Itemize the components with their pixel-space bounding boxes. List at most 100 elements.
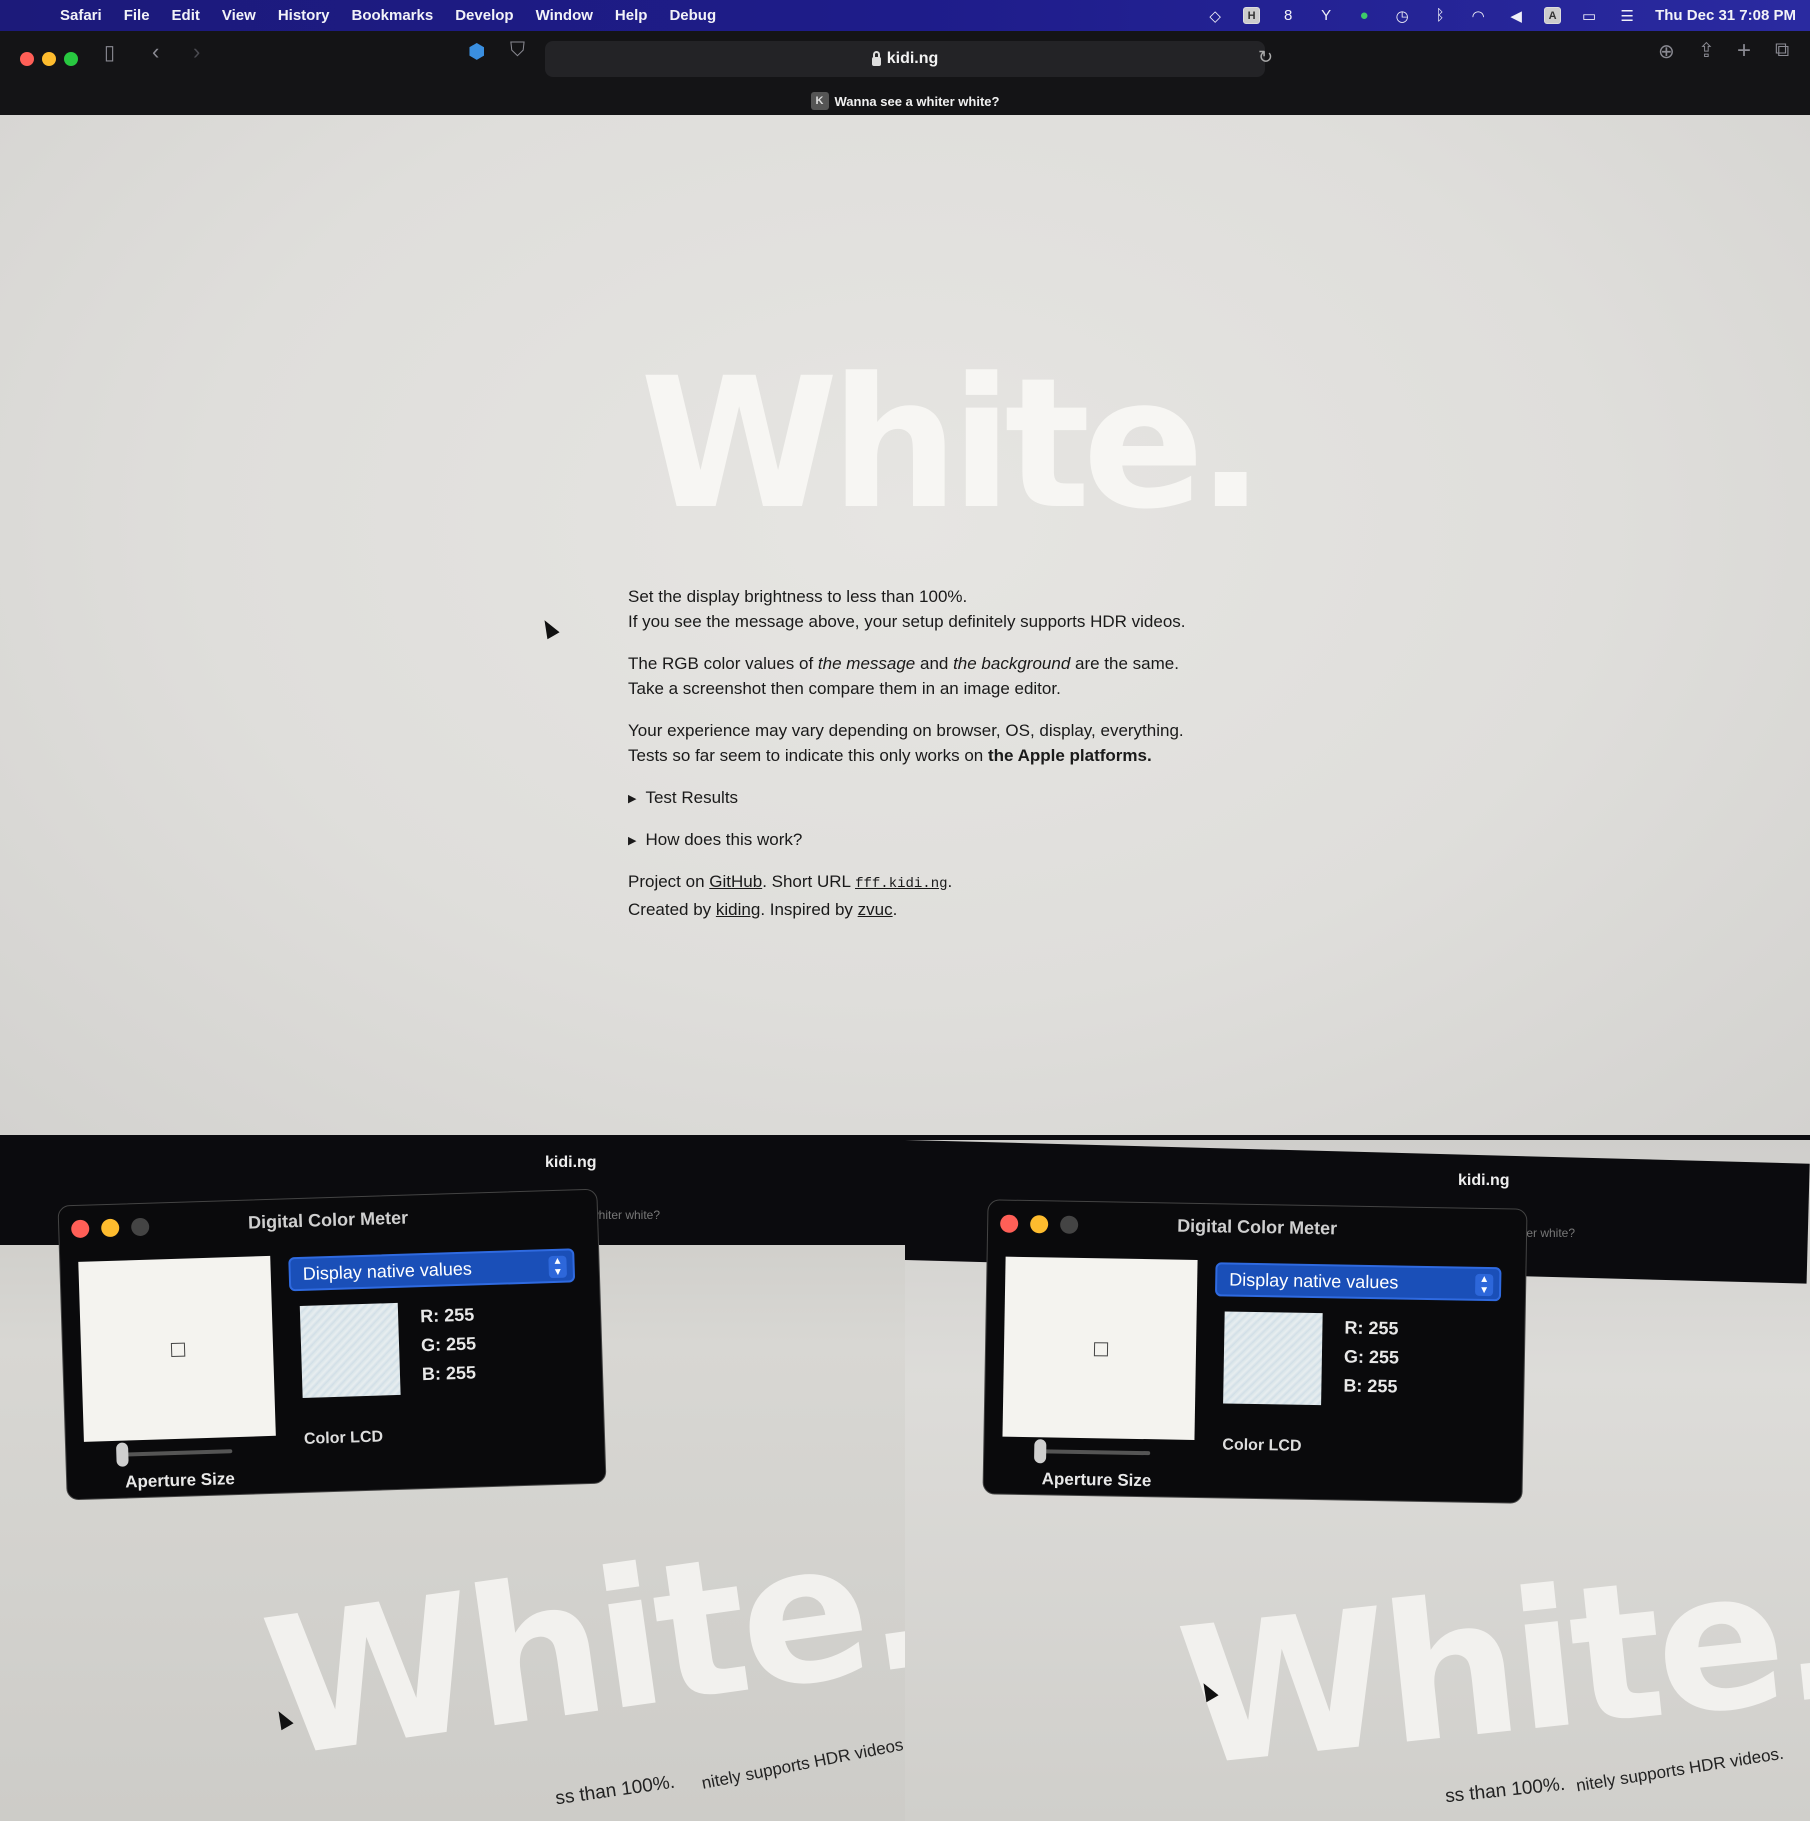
menu-window[interactable]: Window (536, 7, 593, 24)
menu-debug[interactable]: Debug (669, 7, 716, 24)
menu-view[interactable]: View (222, 7, 256, 24)
menu-file[interactable]: File (124, 7, 150, 24)
kiding-link[interactable]: kiding (716, 900, 760, 919)
details-label[interactable]: Test Results (645, 788, 738, 807)
extension-icon[interactable]: ⬢ (468, 39, 485, 64)
share-icon[interactable]: ⇪ (1698, 38, 1715, 63)
color-meter-window: Digital Color Meter Display native value… (982, 1199, 1528, 1504)
text-line: Created by (628, 900, 716, 919)
fork-icon[interactable]: Y (1316, 6, 1336, 26)
control-center-icon[interactable]: ☰ (1617, 6, 1637, 26)
display-mode-value: Display native values (302, 1258, 473, 1284)
notes-icon[interactable]: 8 (1278, 6, 1298, 26)
minimize-window-button[interactable] (42, 52, 56, 66)
photo-footer-text: nitely supports HDR videos. (700, 1734, 905, 1793)
input-source-icon[interactable]: A (1544, 7, 1562, 24)
color-meter-window: Digital Color Meter Display native value… (57, 1188, 607, 1501)
browser-toolbar: ▯ ‹ › ⬢ ⛉ kidi.ng ↻ ⊕ ⇪ + ⧉ K Wanna see … (0, 31, 1810, 115)
github-link[interactable]: GitHub (709, 872, 762, 891)
aperture-slider-track[interactable] (1042, 1449, 1151, 1456)
rgb-readout: R: 255 G: 255 B: 255 (1343, 1314, 1400, 1402)
bluetooth-icon[interactable]: ᛒ (1430, 6, 1450, 26)
paragraph-footer: Project on GitHub. Short URL fff.kidi.ng… (628, 869, 1328, 922)
tab-bar[interactable]: K Wanna see a whiter white? (0, 87, 1810, 115)
aperture-label: Aperture Size (124, 1469, 236, 1492)
aperture-square (170, 1342, 186, 1358)
aperture-slider-track[interactable] (124, 1449, 233, 1457)
display-profile: Color LCD (303, 1428, 384, 1448)
display-mode-select[interactable]: Display native values ▲ ▼ (288, 1248, 576, 1292)
blue-value: B: 255 (1343, 1375, 1398, 1397)
display-profile: Color LCD (1222, 1436, 1302, 1455)
volume-icon[interactable]: ◀ (1506, 6, 1526, 26)
photo-headline: White. (252, 1488, 905, 1801)
blue-value: B: 255 (421, 1362, 477, 1385)
text-line: . (892, 900, 898, 919)
aperture-label: Aperture Size (1041, 1469, 1152, 1491)
emphasis-text: the message (817, 654, 916, 673)
text-line: . Inspired by (760, 900, 858, 919)
color-swatch (299, 1302, 401, 1398)
text-line: are the same. (1070, 654, 1179, 673)
details-label[interactable]: How does this work? (645, 830, 802, 849)
green-value: G: 255 (420, 1333, 477, 1356)
window-title: Digital Color Meter (247, 1207, 409, 1233)
page-headline: White. (640, 340, 1265, 549)
display-mode-select[interactable]: Display native values ▲ ▼ (1214, 1262, 1502, 1302)
menu-help[interactable]: Help (615, 7, 648, 24)
shield-icon[interactable]: ⛉ (510, 39, 525, 62)
forward-icon[interactable]: › (193, 39, 200, 65)
aperture-slider-knob[interactable] (1034, 1439, 1047, 1464)
time-machine-icon[interactable]: ◷ (1392, 6, 1412, 26)
wifi-icon[interactable]: ◠ (1468, 6, 1488, 26)
text-line: Project on (628, 872, 710, 891)
aperture-slider-knob[interactable] (115, 1442, 129, 1467)
menu-edit[interactable]: Edit (172, 7, 200, 24)
photo-footer-text: ss than 100%. (554, 1771, 677, 1810)
zoom-window-button[interactable] (64, 52, 78, 66)
tab-title[interactable]: Wanna see a whiter white? (835, 94, 1000, 109)
new-tab-icon[interactable]: + (1737, 37, 1751, 65)
details-how-it-works[interactable]: How does this work? (628, 827, 1328, 855)
reload-icon[interactable]: ↻ (1258, 47, 1273, 68)
sidebar-icon[interactable]: ▯ (104, 40, 115, 65)
tab-favicon: K (810, 92, 829, 110)
menu-develop[interactable]: Develop (455, 7, 513, 24)
text-line: If you see the message above, your setup… (628, 612, 1186, 631)
red-value: R: 255 (1344, 1317, 1399, 1339)
zvuc-link[interactable]: zvuc (858, 900, 893, 919)
chevron-updown-icon: ▲ ▼ (548, 1255, 568, 1279)
back-icon[interactable]: ‹ (152, 39, 159, 65)
paragraph-rgb: The RGB color values of the message and … (628, 651, 1328, 701)
status-area: ◇ H 8 Y ● ◷ ᛒ ◠ ◀ A ▭ ☰ Thu Dec 31 7:08 … (1205, 0, 1796, 31)
color-swatch (1223, 1311, 1323, 1406)
red-value: R: 255 (419, 1304, 475, 1327)
address-bar[interactable]: kidi.ng (545, 41, 1265, 77)
photo-tab-ghost: whiter white? (590, 1208, 661, 1222)
text-line: . (947, 872, 953, 891)
menu-history[interactable]: History (278, 7, 330, 24)
download-icon[interactable]: ⊕ (1658, 39, 1675, 64)
details-test-results[interactable]: Test Results (628, 785, 1328, 813)
apple-icon[interactable] (20, 7, 36, 25)
strong-text: the Apple platforms. (988, 746, 1152, 765)
menu-bookmarks[interactable]: Bookmarks (352, 7, 434, 24)
photo-url: kidi.ng (1458, 1172, 1510, 1189)
menu-clock[interactable]: Thu Dec 31 7:08 PM (1655, 7, 1796, 24)
paragraph-brightness: Set the display brightness to less than … (628, 584, 1328, 634)
close-window-button[interactable] (20, 52, 34, 66)
chat-icon[interactable]: ● (1354, 6, 1374, 26)
green-value: G: 255 (1343, 1346, 1400, 1368)
app-status-icon[interactable]: H (1243, 7, 1261, 24)
battery-icon[interactable]: ▭ (1579, 6, 1599, 26)
tag-icon[interactable]: ◇ (1205, 6, 1225, 26)
text-line: Tests so far seem to indicate this only … (628, 746, 988, 765)
magnifier-preview (78, 1255, 276, 1442)
tabs-overview-icon[interactable]: ⧉ (1775, 39, 1789, 62)
magnifier-preview (1002, 1256, 1198, 1440)
emphasis-text: the background (953, 654, 1071, 673)
short-url-link[interactable]: fff.kidi.ng (855, 876, 947, 892)
window-title: Digital Color Meter (1176, 1215, 1338, 1239)
menu-app-name[interactable]: Safari (60, 7, 102, 24)
page-copy: Set the display brightness to less than … (628, 584, 1328, 939)
